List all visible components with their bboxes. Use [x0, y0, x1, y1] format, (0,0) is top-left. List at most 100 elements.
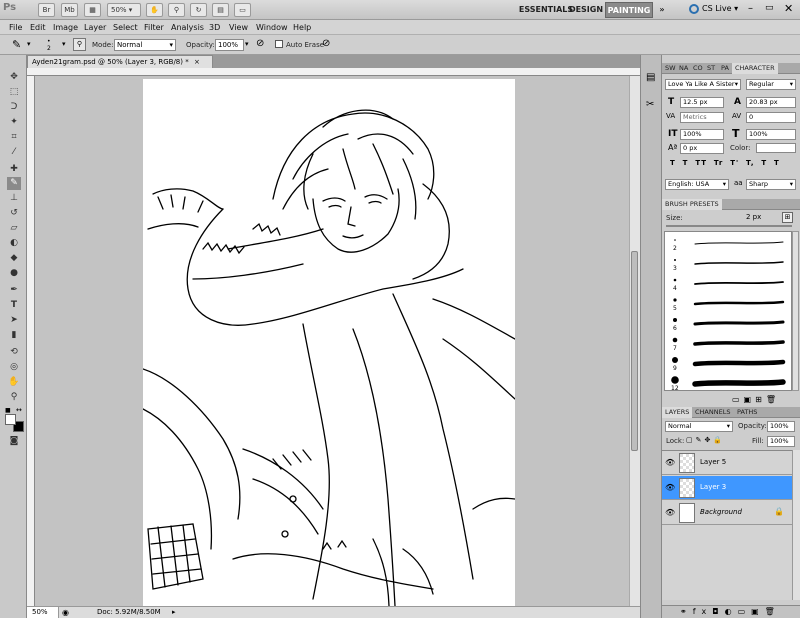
layers-footer-icons[interactable]: ⚭fx◘◐▭▣🗑: [680, 607, 781, 616]
foreground-color-swatch[interactable]: [5, 414, 16, 425]
tablet-pressure-size-icon[interactable]: ⊘: [322, 38, 330, 49]
lasso-tool-icon[interactable]: ᑐ: [7, 101, 21, 114]
default-colors-icon[interactable]: ■: [5, 407, 11, 414]
status-zoom-field[interactable]: 50%: [27, 607, 59, 618]
close-button[interactable]: ✕: [784, 2, 793, 15]
history-brush-tool-icon[interactable]: ↺: [7, 207, 21, 220]
3d-rotate-tool-icon[interactable]: ⟲: [7, 346, 21, 359]
rotate-view-button[interactable]: ↻: [190, 3, 207, 17]
layer-row-layer-3[interactable]: 👁 Layer 3: [662, 476, 792, 500]
visibility-eye-icon[interactable]: 👁: [665, 483, 675, 493]
menu-edit[interactable]: Edit: [30, 21, 46, 34]
menu-view[interactable]: View: [229, 21, 248, 34]
crop-tool-icon[interactable]: ⌗: [7, 131, 21, 144]
zoom-tool-button[interactable]: ⚲: [168, 3, 185, 17]
brush-size-slider[interactable]: [666, 225, 792, 227]
shape-tool-icon[interactable]: ▮: [7, 329, 21, 342]
3d-orbit-tool-icon[interactable]: ◎: [7, 361, 21, 374]
document-tab-close-icon[interactable]: ×: [194, 58, 200, 66]
menu-3d[interactable]: 3D: [209, 21, 220, 34]
new-brush-preset-icon[interactable]: ⊞: [782, 212, 793, 223]
menu-image[interactable]: Image: [53, 21, 78, 34]
leading-input[interactable]: 20.83 px: [746, 97, 796, 108]
language-select[interactable]: English: USA ▾: [665, 179, 729, 190]
underline-button[interactable]: T: [761, 159, 767, 167]
vertical-scale-input[interactable]: 100%: [680, 129, 724, 140]
status-info-icon[interactable]: ◉: [62, 607, 69, 618]
spot-healing-tool-icon[interactable]: ✚: [7, 163, 21, 176]
visibility-eye-icon[interactable]: 👁: [665, 508, 675, 518]
marquee-tool-icon[interactable]: ⬚: [7, 86, 21, 99]
brush-tool-preset-icon[interactable]: ✎: [12, 38, 21, 51]
layer-row-background[interactable]: 👁 Background 🔒: [662, 501, 792, 525]
dodge-tool-icon[interactable]: ●: [7, 267, 21, 280]
history-panel-icon[interactable]: ▤: [646, 72, 655, 83]
tracking-input[interactable]: 0: [746, 112, 796, 123]
layer-row-layer-5[interactable]: 👁 Layer 5: [662, 451, 792, 475]
path-selection-tool-icon[interactable]: ➤: [7, 314, 21, 327]
zoom-tool-icon[interactable]: ⚲: [7, 391, 21, 404]
quick-selection-tool-icon[interactable]: ✦: [7, 116, 21, 129]
all-caps-button[interactable]: TT: [695, 159, 707, 167]
eyedropper-tool-icon[interactable]: ⁄: [7, 146, 21, 159]
view-extras-button[interactable]: ▦: [84, 3, 101, 17]
faux-bold-button[interactable]: T: [670, 159, 676, 167]
bridge-button[interactable]: Br: [38, 3, 55, 17]
type-tool-icon[interactable]: T: [7, 299, 21, 312]
faux-italic-button[interactable]: T: [683, 159, 689, 167]
canvas-viewport[interactable]: [35, 76, 629, 606]
minimize-button[interactable]: –: [748, 3, 753, 14]
brush-picker-dropdown-icon[interactable]: ▾: [62, 40, 66, 48]
swap-colors-icon[interactable]: ↔: [16, 406, 22, 414]
layer-blend-mode-select[interactable]: Normal ▾: [665, 421, 733, 432]
tab-brush-presets[interactable]: BRUSH PRESETS: [662, 199, 722, 210]
tab-character[interactable]: CHARACTER: [732, 63, 778, 74]
zoom-level-dropdown[interactable]: 50% ▾: [107, 3, 141, 17]
arrange-documents-button[interactable]: ▤: [212, 3, 229, 17]
paint-bucket-tool-icon[interactable]: ◐: [7, 237, 21, 250]
hand-tool-button[interactable]: ✋: [146, 3, 163, 17]
more-workspaces-button[interactable]: »: [655, 2, 669, 18]
hand-tool-icon[interactable]: ✋: [7, 376, 21, 389]
scrollbar-thumb[interactable]: [631, 251, 638, 451]
brush-tool-icon[interactable]: ✎: [7, 177, 21, 190]
tab-layers[interactable]: LAYERS: [662, 407, 693, 418]
tab-channels[interactable]: CHANNELS: [692, 407, 733, 418]
menu-file[interactable]: File: [9, 21, 22, 34]
strikethrough-button[interactable]: T: [774, 159, 780, 167]
status-menu-arrow-icon[interactable]: ▸: [172, 607, 176, 618]
menu-help[interactable]: Help: [293, 21, 311, 34]
text-color-swatch[interactable]: [756, 143, 796, 153]
workspace-design[interactable]: DESIGN: [564, 2, 608, 18]
vertical-scrollbar[interactable]: [629, 76, 640, 606]
mini-bridge-button[interactable]: Mb: [61, 3, 78, 17]
font-family-select[interactable]: Love Ya Like A Sister ▾: [665, 79, 741, 90]
screen-mode-button[interactable]: ▭: [234, 3, 251, 17]
font-size-input[interactable]: 12.5 px: [680, 97, 724, 108]
antialias-select[interactable]: Sharp ▾: [746, 179, 796, 190]
layer-opacity-input[interactable]: 100%: [767, 421, 795, 432]
pen-tool-icon[interactable]: ✒: [7, 284, 21, 297]
horizontal-scale-input[interactable]: 100%: [746, 129, 796, 140]
subscript-button[interactable]: T,: [746, 159, 754, 167]
brush-panel-toggle-icon[interactable]: ⚲: [73, 38, 86, 51]
clone-stamp-tool-icon[interactable]: ⊥: [7, 192, 21, 205]
workspace-painting[interactable]: PAINTING: [605, 2, 653, 18]
tab-paths[interactable]: PATHS: [734, 407, 760, 418]
canvas-document[interactable]: [142, 79, 516, 606]
move-tool-icon[interactable]: ✥: [7, 71, 21, 84]
brush-list-scrollbar[interactable]: [792, 231, 799, 391]
brush-size-picker[interactable]: • 2: [47, 38, 51, 52]
menu-select[interactable]: Select: [113, 21, 138, 34]
small-caps-button[interactable]: Tr: [714, 159, 723, 167]
tool-presets-panel-icon[interactable]: ✂: [646, 99, 654, 110]
brush-panel-footer-icons[interactable]: ▭▣⊞🗑: [732, 395, 780, 404]
fill-input[interactable]: 100%: [767, 436, 795, 447]
tablet-pressure-opacity-icon[interactable]: ⊘: [256, 38, 264, 49]
menu-filter[interactable]: Filter: [144, 21, 164, 34]
kerning-input[interactable]: Metrics: [680, 112, 724, 123]
cs-live-button[interactable]: CS Live ▾: [702, 4, 738, 13]
mode-select[interactable]: Normal ▾: [114, 39, 176, 51]
eraser-tool-icon[interactable]: ▱: [7, 222, 21, 235]
auto-erase-checkbox[interactable]: [275, 40, 283, 48]
